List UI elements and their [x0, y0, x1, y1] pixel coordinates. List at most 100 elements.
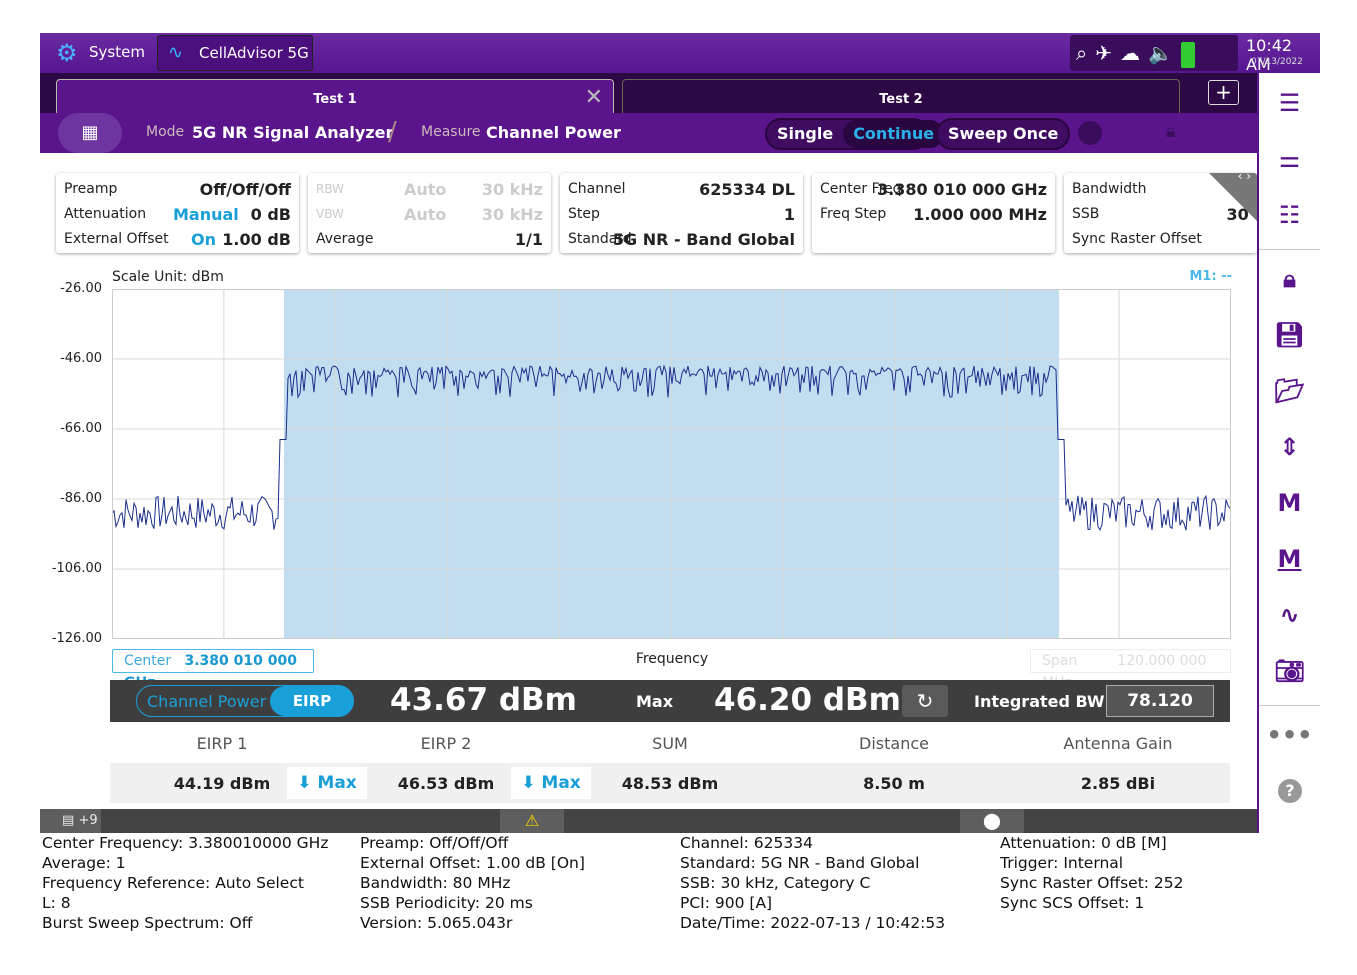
- download-icon: ⬇: [297, 773, 312, 793]
- gps-search-icon: ⌕: [1076, 41, 1096, 65]
- continue-button[interactable]: Continue: [843, 120, 945, 148]
- channel-label: Channel: [568, 181, 626, 197]
- apps-grid-icon[interactable]: ▦: [58, 113, 122, 153]
- trace-icon[interactable]: ∿: [1259, 601, 1320, 629]
- summary-line: PCI: 900 [A]: [680, 894, 773, 912]
- y-tick-label: -66.00: [60, 421, 102, 436]
- summary-line: Channel: 625334: [680, 834, 813, 852]
- more-icon[interactable]: •••: [1259, 721, 1320, 749]
- external-offset-mode: On: [191, 230, 216, 249]
- settings-sliders-icon[interactable]: ⚌: [1259, 145, 1320, 173]
- center-freq-value: 3.380 010 000 GHz: [877, 180, 1047, 199]
- app-button[interactable]: ∿ CellAdvisor 5G: [157, 35, 313, 71]
- tab-test-1[interactable]: Test 1 ✕: [56, 79, 614, 113]
- location-pin-icon[interactable]: ⬤: [960, 809, 1024, 833]
- external-offset-label: External Offset: [64, 231, 169, 247]
- marker-down-icon[interactable]: M: [1259, 489, 1320, 517]
- system-button[interactable]: System: [89, 43, 145, 61]
- bandwidth-panel[interactable]: RBW Auto 30 kHz VBW Auto 30 kHz Average 1/1: [308, 173, 551, 253]
- mode-bar: ▦ Mode 5G NR Signal Analyzer / Measure C…: [40, 113, 1257, 153]
- notification-count: +9: [78, 813, 98, 828]
- mode-value[interactable]: 5G NR Signal Analyzer: [192, 123, 393, 142]
- eirp2-header: EIRP 2: [420, 734, 472, 753]
- max-result-value: 46.20 dBm: [714, 682, 901, 718]
- tab-row: Test 1 ✕ Test 2 +: [40, 73, 1257, 113]
- satellite-icon: ✈: [1095, 41, 1120, 65]
- attenuation-value: 0 dB: [250, 205, 291, 224]
- x-axis-label: Frequency: [635, 651, 709, 667]
- vbw-mode: Auto: [404, 205, 447, 224]
- summary-line: Version: 5.065.043r: [360, 914, 513, 932]
- rbw-mode: Auto: [404, 180, 447, 199]
- scale-unit-label: Scale Unit: dBm: [112, 269, 224, 285]
- sum-value: 48.53 dBm: [621, 774, 719, 793]
- summary-line: Frequency Reference: Auto Select: [42, 874, 304, 892]
- summary-line: Sync Raster Offset: 252: [1000, 874, 1184, 892]
- close-icon[interactable]: ✕: [585, 78, 603, 118]
- list-view-icon[interactable]: ☷: [1259, 201, 1320, 229]
- rbw-label: RBW: [316, 182, 345, 196]
- save-icon[interactable]: 💾︎: [1259, 321, 1320, 349]
- channel-panel[interactable]: Channel 625334 DL Step 1 Standard 5G NR - B…: [560, 173, 803, 253]
- sync-raster-offset-label: Sync Raster Offset: [1072, 231, 1202, 247]
- screenshot-icon[interactable]: 📷︎: [1259, 657, 1320, 685]
- clock-date: 07/13/2022: [1251, 57, 1303, 67]
- measure-value[interactable]: Channel Power: [486, 123, 621, 142]
- eirp-option[interactable]: EIRP: [270, 686, 354, 716]
- max-button-label: Max: [317, 773, 357, 793]
- eirp1-value: 44.19 dBm: [173, 774, 271, 793]
- split-icon[interactable]: ⇕: [1259, 433, 1320, 461]
- bandwidth-label: Bandwidth: [1072, 181, 1147, 197]
- integrated-bw-label: Integrated BW: [974, 692, 1105, 711]
- result-type-toggle[interactable]: Channel Power EIRP: [136, 685, 354, 717]
- vbw-value: 30 kHz: [481, 205, 543, 224]
- message-icon: ▤: [62, 813, 75, 828]
- center-frequency-button[interactable]: Center 3.380 010 000 GHz: [112, 649, 314, 691]
- tab-test-2[interactable]: Test 2: [622, 79, 1180, 113]
- summary-line: Burst Sweep Spectrum: Off: [42, 914, 253, 932]
- notification-button[interactable]: ▤ +9: [40, 809, 101, 833]
- max-label: Max: [636, 692, 674, 711]
- mode-label: Mode: [146, 124, 185, 140]
- menu-icon[interactable]: ☰: [1259, 89, 1320, 117]
- standard-value: 5G NR - Band Global: [612, 230, 795, 249]
- speaker-icon: 🔈: [1147, 41, 1181, 65]
- help-icon[interactable]: ?: [1278, 779, 1302, 803]
- lock-icon[interactable]: 🔒︎: [1259, 265, 1320, 293]
- y-tick-label: -86.00: [60, 491, 102, 506]
- spectrum-plot[interactable]: [112, 289, 1231, 639]
- marker-list-icon[interactable]: M: [1259, 545, 1320, 573]
- y-tick-label: -126.00: [51, 631, 102, 646]
- amplitude-panel[interactable]: Preamp Off/Off/Off Attenuation Manual 0 dB …: [56, 173, 299, 253]
- frequency-panel[interactable]: Center Freq 3.380 010 000 GHz Freq Step 1.…: [812, 173, 1055, 253]
- summary-line: Trigger: Internal: [1000, 854, 1124, 872]
- pulse-icon: ∿: [168, 42, 184, 63]
- download-icon: ⬇: [521, 773, 536, 793]
- clock-time: 10:42 AM: [1246, 36, 1293, 74]
- distance-value: 8.50 m: [863, 774, 925, 793]
- warning-icon[interactable]: ⚠: [500, 809, 564, 833]
- integrated-bw-input[interactable]: 78.120 MHz: [1106, 685, 1214, 741]
- single-button[interactable]: Single: [767, 120, 843, 148]
- separator: /: [388, 117, 397, 147]
- summary-line: Date/Time: 2022-07-13 / 10:42:53: [680, 914, 946, 932]
- status-icons[interactable]: ⌕✈☁🔈: [1070, 35, 1238, 71]
- span-label: Span: [1042, 653, 1078, 669]
- add-tab-button[interactable]: +: [1208, 80, 1239, 105]
- ssb-label: SSB: [1072, 206, 1100, 222]
- sum-header: SUM: [652, 734, 688, 753]
- sweep-once-button[interactable]: Sweep Once: [936, 118, 1071, 150]
- eirp1-max-button[interactable]: ⬇ Max: [287, 767, 367, 799]
- nr-config-panel[interactable]: Bandwidth80 SSB30 k Sync Raster Offset ‹…: [1064, 173, 1257, 253]
- sweep-mode-toggle[interactable]: Single Continue: [765, 118, 945, 150]
- folder-open-icon[interactable]: 📂︎: [1259, 377, 1320, 405]
- app-label: CellAdvisor 5G: [199, 44, 309, 62]
- eirp2-max-button[interactable]: ⬇ Max: [511, 767, 591, 799]
- lock-icon[interactable]: 🔒︎: [1166, 121, 1176, 142]
- span-button[interactable]: Span 120.000 000 MHz: [1030, 649, 1231, 691]
- channel-power-option[interactable]: Channel Power: [147, 692, 266, 711]
- gear-icon[interactable]: ⚙: [56, 39, 78, 67]
- max-button-label: Max: [541, 773, 581, 793]
- record-indicator[interactable]: [1078, 121, 1102, 145]
- reset-max-button[interactable]: ↻: [902, 685, 948, 717]
